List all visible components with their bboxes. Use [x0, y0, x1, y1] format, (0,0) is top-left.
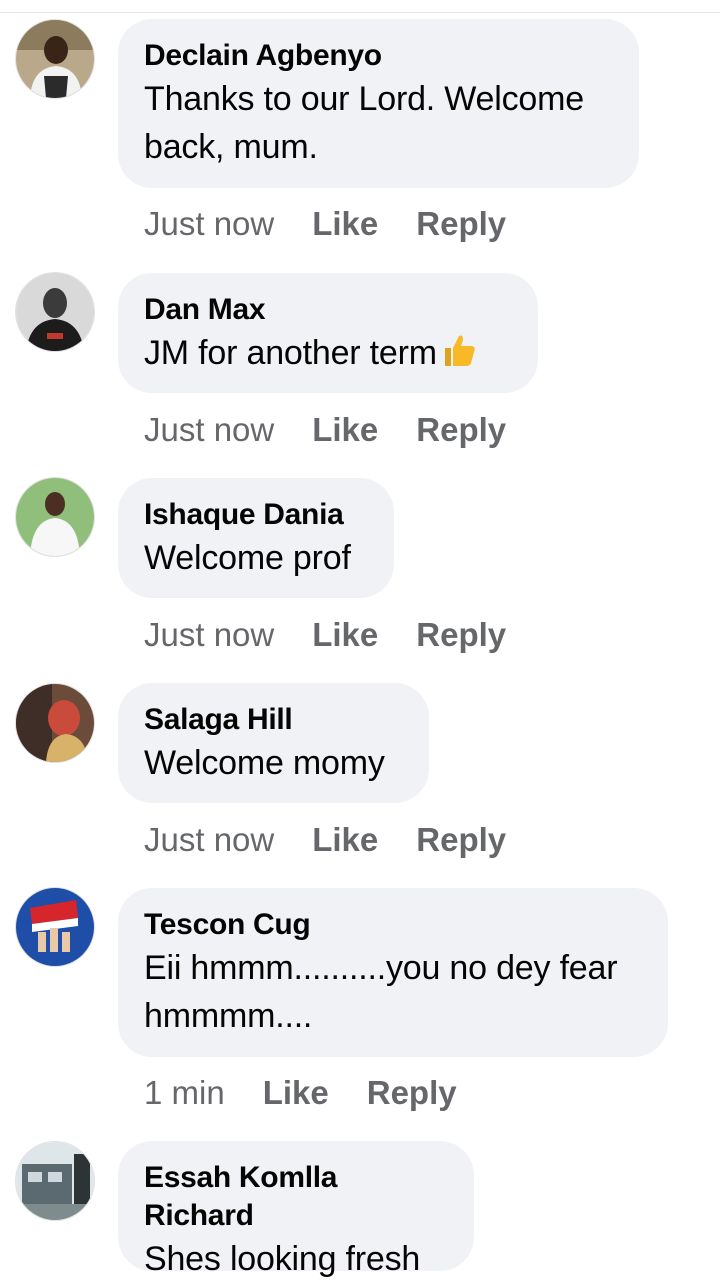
thumbs-up-emoji-icon — [441, 332, 477, 381]
reply-button[interactable]: Reply — [416, 204, 506, 244]
comment-author[interactable]: Salaga Hill — [144, 701, 403, 739]
comment-author[interactable]: Tescon Cug — [144, 906, 642, 944]
comment-text: Thanks to our Lord. Welcome — [144, 80, 584, 118]
avatar[interactable] — [16, 684, 94, 762]
like-button[interactable]: Like — [312, 615, 378, 655]
comment-actions: 1 min Like Reply — [144, 1073, 457, 1113]
comment-bubble: Declain Agbenyo Thanks to our Lord. Welc… — [118, 19, 639, 188]
profile-photo-icon — [16, 1142, 94, 1220]
comment-text: JM for another term — [144, 329, 512, 381]
like-button[interactable]: Like — [263, 1073, 329, 1113]
avatar[interactable] — [16, 20, 94, 98]
comment-author[interactable]: Ishaque Dania — [144, 496, 368, 534]
comment-actions: Just now Like Reply — [144, 820, 506, 860]
comment-author[interactable]: Declain Agbenyo — [144, 37, 613, 75]
reply-button[interactable]: Reply — [416, 820, 506, 860]
profile-photo-icon — [16, 888, 94, 966]
comment-bubble: Dan Max JM for another term — [118, 273, 538, 393]
comment-timestamp[interactable]: Just now — [144, 615, 274, 655]
comment-text: Shes looking fresh — [144, 1240, 421, 1278]
comment-timestamp[interactable]: Just now — [144, 820, 274, 860]
comment-bubble: Essah Komlla Richard Shes looking fresh — [118, 1141, 474, 1278]
like-button[interactable]: Like — [312, 204, 378, 244]
comment-text: back, mum. — [144, 128, 318, 166]
top-divider — [0, 12, 720, 13]
avatar[interactable] — [16, 478, 94, 556]
comment-timestamp[interactable]: Just now — [144, 410, 274, 450]
avatar[interactable] — [16, 273, 94, 351]
comment-timestamp[interactable]: Just now — [144, 204, 274, 244]
comment-actions: Just now Like Reply — [144, 410, 506, 450]
profile-photo-icon — [16, 273, 94, 351]
comment-actions: Just now Like Reply — [144, 615, 506, 655]
avatar[interactable] — [16, 1142, 94, 1220]
comment-bubble: Tescon Cug Eii hmmm..........you no dey … — [118, 888, 668, 1057]
avatar[interactable] — [16, 888, 94, 966]
comment-text: Welcome momy — [144, 744, 385, 782]
comment-text-content: JM for another term — [144, 334, 437, 372]
reply-button[interactable]: Reply — [416, 615, 506, 655]
reply-button[interactable]: Reply — [416, 410, 506, 450]
comment-author[interactable]: Essah Komlla Richard — [144, 1159, 448, 1235]
like-button[interactable]: Like — [312, 820, 378, 860]
profile-photo-icon — [16, 478, 94, 556]
comment-text: Eii hmmm..........you no dey fear — [144, 949, 618, 987]
comment-bubble: Salaga Hill Welcome momy — [118, 683, 429, 803]
profile-photo-icon — [16, 684, 94, 762]
comment-timestamp[interactable]: 1 min — [144, 1073, 225, 1113]
comment-text: Welcome prof — [144, 539, 351, 577]
reply-button[interactable]: Reply — [367, 1073, 457, 1113]
comment-actions: Just now Like Reply — [144, 204, 506, 244]
comment-author[interactable]: Dan Max — [144, 291, 512, 329]
profile-photo-icon — [16, 20, 94, 98]
like-button[interactable]: Like — [312, 410, 378, 450]
comment-text: hmmmm.... — [144, 997, 313, 1035]
comment-bubble: Ishaque Dania Welcome prof — [118, 478, 394, 598]
